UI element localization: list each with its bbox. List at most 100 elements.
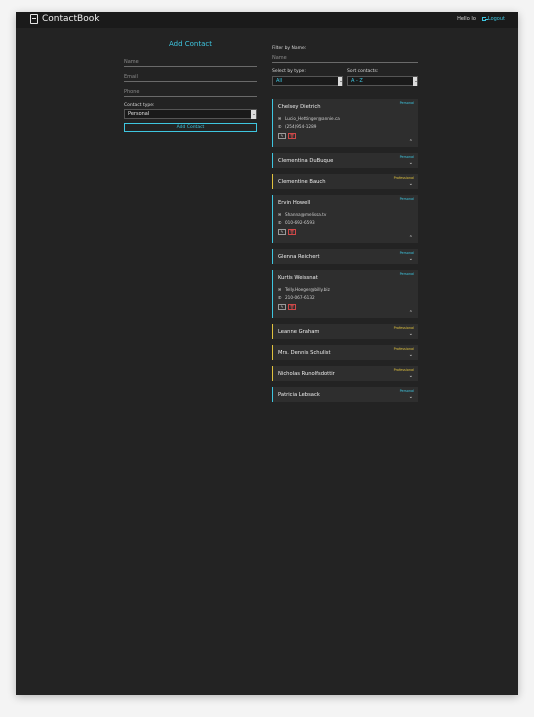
delete-button[interactable]: 🗑: [288, 133, 296, 139]
chevron-up-icon[interactable]: ⌃: [409, 311, 413, 316]
contact-card[interactable]: Ervin Howell Personal ✉ Shanna@melissa.tv ✆ 0…: [272, 195, 418, 243]
chevron-down-icon: [413, 77, 417, 86]
phone-input[interactable]: Phone: [124, 85, 257, 97]
contact-type-value: Personal: [128, 111, 150, 117]
contact-name: Ervin Howell: [278, 200, 311, 206]
contact-type-badge: Professional: [393, 326, 414, 330]
address-book-icon: [30, 14, 38, 24]
contact-card[interactable]: Leanne Graham Professional ⌄: [272, 324, 418, 339]
chevron-down-icon[interactable]: ⌄: [409, 332, 413, 337]
logout-link[interactable]: Logout: [481, 16, 505, 22]
add-contact-button[interactable]: Add Contact: [124, 123, 257, 132]
contact-phone-text: (254)954-1289: [285, 124, 317, 129]
contact-type-badge: Professional: [393, 368, 414, 372]
contact-list: Chelsey Dietrich Personal ✉ Lucio_Hettinger…: [272, 99, 418, 402]
contact-name: Mrs. Dennis Schulist: [278, 350, 331, 356]
chevron-down-icon[interactable]: ⌄: [409, 161, 413, 166]
contact-type-badge: Personal: [399, 101, 414, 105]
contact-phone: ✆ (254)954-1289: [278, 124, 316, 129]
type-filter-value: All: [276, 78, 283, 84]
contact-card[interactable]: Clementina DuBuque Personal ⌄: [272, 153, 418, 168]
contact-type-badge: Personal: [399, 197, 414, 201]
contact-type-badge: Personal: [399, 272, 414, 276]
contact-name: Clementina DuBuque: [278, 158, 334, 164]
brand-title: ContactBook: [42, 14, 100, 24]
contact-phone-text: 010-692-6593: [285, 220, 315, 225]
chevron-down-icon: [251, 110, 256, 119]
chevron-down-icon[interactable]: ⌄: [409, 182, 413, 187]
greeting: Hello Io: [457, 16, 476, 22]
filter-selects: Select by type: All Sort contacts: A - Z: [272, 69, 418, 86]
contact-name: Kurtis Weissnat: [278, 275, 318, 281]
envelope-icon: ✉: [278, 287, 282, 292]
nav-right: Hello Io Logout: [457, 16, 505, 22]
contact-email: ✉ Lucio_Hettinger@annie.ca: [278, 116, 340, 121]
delete-button[interactable]: 🗑: [288, 304, 296, 310]
navbar: ContactBook Hello Io Logout: [16, 12, 518, 28]
add-contact-form: Add Contact Name Email Phone Contact typ…: [124, 40, 257, 132]
contact-name: Leanne Graham: [278, 329, 320, 335]
chevron-down-icon[interactable]: ⌄: [409, 257, 413, 262]
app-page: ContactBook Hello Io Logout Add Contact …: [16, 12, 518, 695]
contact-email-text: Lucio_Hettinger@annie.ca: [285, 116, 340, 121]
contact-actions: ✎ 🗑: [278, 133, 296, 139]
type-filter-label: Select by type:: [272, 69, 306, 74]
sort-label: Sort contacts:: [347, 69, 379, 74]
logout-icon: [481, 17, 488, 21]
name-input[interactable]: Name: [124, 55, 257, 67]
contact-card[interactable]: Clementine Bauch Professional ⌄: [272, 174, 418, 189]
contact-name: Chelsey Dietrich: [278, 104, 321, 110]
phone-icon: ✆: [278, 220, 282, 225]
contact-actions: ✎ 🗑: [278, 229, 296, 235]
contact-type-badge: Personal: [399, 389, 414, 393]
envelope-icon: ✉: [278, 116, 282, 121]
type-filter-group: Select by type: All: [272, 69, 343, 86]
contact-type-badge: Personal: [399, 155, 414, 159]
envelope-icon: ✉: [278, 212, 282, 217]
brand[interactable]: ContactBook: [30, 14, 99, 24]
contact-name: Clementine Bauch: [278, 179, 326, 185]
contact-email: ✉ Telly.Hoeger@billy.biz: [278, 287, 330, 292]
sort-select[interactable]: A - Z: [347, 76, 418, 86]
chevron-down-icon: [338, 77, 342, 86]
contact-type-badge: Personal: [399, 251, 414, 255]
contact-phone-text: 210-067-6132: [285, 295, 315, 300]
phone-icon: ✆: [278, 124, 282, 129]
edit-button[interactable]: ✎: [278, 229, 286, 235]
email-input[interactable]: Email: [124, 70, 257, 82]
contact-name: Nicholas Runolfsdottir: [278, 371, 335, 377]
delete-button[interactable]: 🗑: [288, 229, 296, 235]
contact-phone: ✆ 210-067-6132: [278, 295, 315, 300]
contact-actions: ✎ 🗑: [278, 304, 296, 310]
type-filter-select[interactable]: All: [272, 76, 343, 86]
contact-email-text: Shanna@melissa.tv: [285, 212, 327, 217]
contact-name: Patricia Lebsack: [278, 392, 320, 398]
contact-type-badge: Professional: [393, 176, 414, 180]
contact-card[interactable]: Glenna Reichert Personal ⌄: [272, 249, 418, 264]
filter-input[interactable]: Name: [272, 52, 418, 63]
contact-name: Glenna Reichert: [278, 254, 320, 260]
chevron-down-icon[interactable]: ⌄: [409, 353, 413, 358]
edit-button[interactable]: ✎: [278, 304, 286, 310]
form-title: Add Contact: [168, 40, 212, 48]
contact-email-text: Telly.Hoeger@billy.biz: [285, 287, 330, 292]
chevron-up-icon[interactable]: ⌃: [409, 140, 413, 145]
edit-button[interactable]: ✎: [278, 133, 286, 139]
contact-card[interactable]: Mrs. Dennis Schulist Professional ⌄: [272, 345, 418, 360]
contact-card[interactable]: Chelsey Dietrich Personal ✉ Lucio_Hettinger…: [272, 99, 418, 147]
chevron-down-icon[interactable]: ⌄: [409, 374, 413, 379]
contact-card[interactable]: Kurtis Weissnat Personal ✉ Telly.Hoeger@bil…: [272, 270, 418, 318]
contact-card[interactable]: Patricia Lebsack Personal ⌄: [272, 387, 418, 402]
contact-email: ✉ Shanna@melissa.tv: [278, 212, 326, 217]
logout-label: Logout: [487, 16, 505, 22]
contact-phone: ✆ 010-692-6593: [278, 220, 315, 225]
contact-type-badge: Professional: [393, 347, 414, 351]
sort-value: A - Z: [351, 78, 363, 84]
contact-type-select[interactable]: Personal: [124, 109, 257, 119]
phone-icon: ✆: [278, 295, 282, 300]
contact-card[interactable]: Nicholas Runolfsdottir Professional ⌄: [272, 366, 418, 381]
contacts-panel: Filter by Name: Name Select by type: All…: [272, 46, 418, 408]
chevron-down-icon[interactable]: ⌄: [409, 395, 413, 400]
chevron-up-icon[interactable]: ⌃: [409, 236, 413, 241]
sort-group: Sort contacts: A - Z: [347, 69, 418, 86]
